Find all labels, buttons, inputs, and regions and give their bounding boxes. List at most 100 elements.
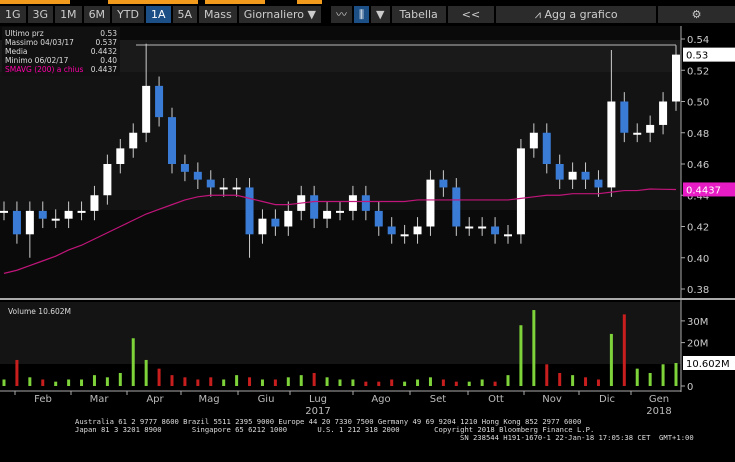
month-label: Mag [198,394,220,405]
candle-body [426,179,435,227]
candle-body [336,210,344,213]
candle-body [348,195,357,211]
volume-bar [519,325,523,386]
candle-body [413,226,422,235]
candle-body [155,85,164,118]
volume-bar [92,375,96,386]
candle-body [400,234,409,237]
volume-bar [105,377,109,386]
candle-body [193,171,202,180]
legend-value: 0.4432 [90,47,117,56]
footer: Australia 61 2 9777 8600 Brazil 5511 239… [75,418,694,442]
candle-body [672,54,680,102]
volume-bar [338,379,342,386]
month-label: Dic [599,394,615,405]
volume-bar [506,375,510,386]
volume-bar [532,310,536,386]
candle-body [180,164,189,172]
price-tick-label: 0.46 [687,160,709,171]
candle-body [568,171,577,180]
volume-bar [299,375,303,386]
volume-bar [493,381,497,386]
volume-bar [2,379,6,386]
volume-bar [118,372,122,386]
volume-bar [54,381,58,386]
candle-body [258,218,267,235]
volume-bar [273,379,277,386]
volume-bar [648,372,652,386]
month-label: Mar [89,394,109,405]
candle-body [504,234,512,237]
volume-bar [235,375,239,386]
legend-mean: Media 0.4432 [5,47,117,56]
volume-bar [312,372,316,386]
band [0,72,681,210]
candle-body [516,148,525,235]
price-tick-label: 0.50 [687,98,709,109]
candle-body [206,179,215,188]
legend-label: Minimo 06/02/17 [5,56,69,65]
legend-last: Ultimo prz 0.53 [5,29,117,38]
month-label: Nov [542,394,562,405]
candle-body [284,210,293,227]
candle-body [168,117,176,164]
price-tick-label: 0.48 [687,129,709,140]
candle-body [387,226,396,235]
volume-bar [28,377,32,386]
legend-value: 0.40 [100,56,117,65]
volume-bar [183,377,187,386]
volume-bar [467,381,471,386]
candle-body [142,85,151,133]
legend-smavg: SMAVG (200) a chius 0.4437 [5,65,117,74]
legend-low: Minimo 06/02/17 0.40 [5,56,117,65]
volume-legend-value: 10.602M [38,307,72,316]
candle-body [581,171,590,180]
volume-bar [351,379,355,386]
candle-body [646,124,655,133]
candle-body [620,101,629,133]
legend-label: SMAVG (200) a chius [5,65,84,74]
candle-body [529,132,538,149]
candle-body [452,187,461,227]
volume-bar [364,381,368,386]
smavg-tag-text: 0.4437 [686,185,721,196]
legend-value: 0.4437 [90,65,117,74]
price-tick-label: 0.38 [687,285,709,296]
volume-legend: Volume 10.602M [4,305,76,318]
month-label: Gen [648,394,670,405]
volume-bar [325,377,329,386]
volume-bar [222,379,226,386]
candle-body [90,195,99,211]
volume-bar [416,379,420,386]
volume-bar [131,338,135,386]
candle-body [25,210,34,235]
month-label: Apr [146,394,164,405]
legend-label: Massimo 04/03/17 [5,38,74,47]
candle-body [271,218,280,227]
volume-bar [545,364,549,386]
candle-body [64,210,73,219]
volume-bar [170,375,174,386]
volume-bar [428,377,432,386]
volume-bar [286,377,290,386]
candle-body [659,101,668,125]
price-tick-label: 0.54 [687,35,709,46]
candle-body [51,218,60,221]
month-label: Lug [308,394,328,405]
volume-bar [260,379,264,386]
candle-body [129,132,138,149]
legend-label: Media [5,47,28,56]
price-tick-label: 0.52 [687,66,709,77]
candle-body [232,187,241,190]
year-label: 2018 [646,406,672,417]
volume-bar [454,381,458,386]
volume-panel [0,302,681,364]
month-label: Ago [371,394,391,405]
last-price-tag-text: 0.53 [686,51,708,62]
volume-bar [67,379,71,386]
candle-body [478,226,487,229]
candle-body [310,195,319,219]
volume-bar [674,362,678,386]
volume-bar [661,364,665,386]
month-label: Ott [488,394,504,405]
